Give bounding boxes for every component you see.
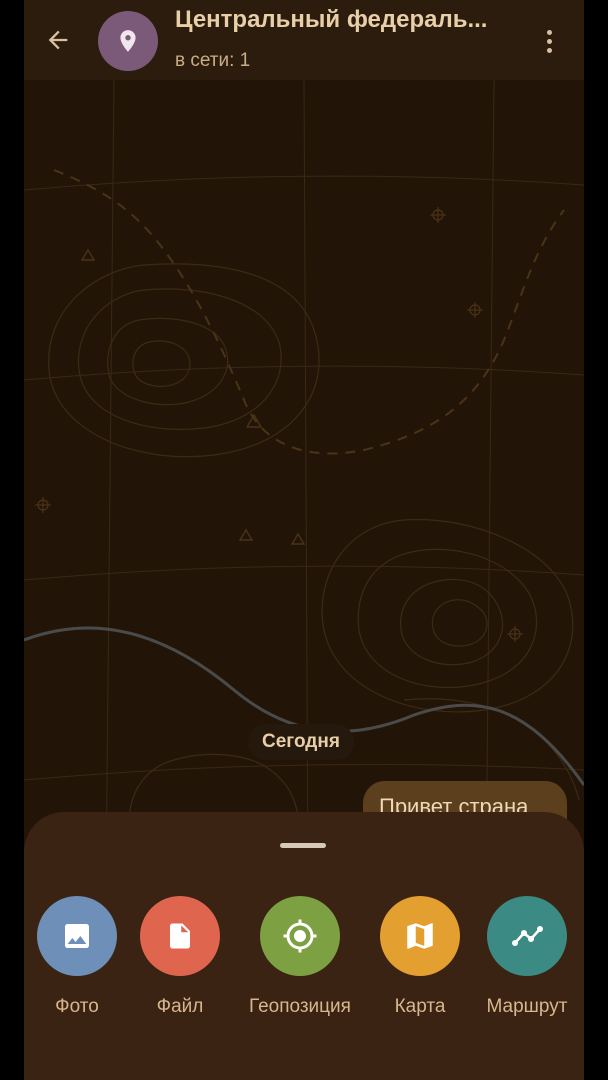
photo-circle xyxy=(37,896,117,976)
attach-map-label: Карта xyxy=(394,996,446,1017)
image-icon xyxy=(65,924,89,948)
more-vert-icon xyxy=(546,29,552,35)
file-icon xyxy=(170,923,190,949)
attach-route-button[interactable]: Маршрут xyxy=(467,896,584,1018)
attach-route-label: Маршрут xyxy=(486,996,568,1017)
chat-app: Центральный федераль... в сети: 1 Сегодн… xyxy=(24,0,584,1080)
map-circle xyxy=(380,896,460,976)
more-menu-button[interactable] xyxy=(534,24,564,58)
geolocation-circle xyxy=(260,896,340,976)
location-pin-icon xyxy=(120,30,136,52)
sheet-drag-handle[interactable] xyxy=(280,843,326,848)
attach-file-label: Файл xyxy=(156,996,204,1017)
attach-geolocation-button[interactable]: Геопозиция xyxy=(240,896,360,1018)
avatar[interactable] xyxy=(98,11,158,71)
attach-geolocation-label: Геопозиция xyxy=(249,996,351,1017)
chat-title[interactable]: Центральный федераль... xyxy=(175,6,515,34)
date-separator: Сегодня xyxy=(248,724,354,760)
attachment-sheet: Фото Файл Геопозиция Карта Маршрут xyxy=(24,812,584,1080)
file-circle xyxy=(140,896,220,976)
back-button[interactable] xyxy=(38,22,78,58)
screen: Центральный федераль... в сети: 1 Сегодн… xyxy=(0,0,608,1080)
arrow-back-icon xyxy=(48,30,68,50)
attach-map-button[interactable]: Карта xyxy=(360,896,480,1018)
gps-location-icon xyxy=(283,919,317,953)
attach-file-button[interactable]: Файл xyxy=(120,896,240,1018)
map-icon xyxy=(407,923,433,949)
route-icon xyxy=(512,926,543,946)
online-status: в сети: 1 xyxy=(175,50,251,71)
route-circle xyxy=(487,896,567,976)
chat-header: Центральный федераль... в сети: 1 xyxy=(24,0,584,80)
